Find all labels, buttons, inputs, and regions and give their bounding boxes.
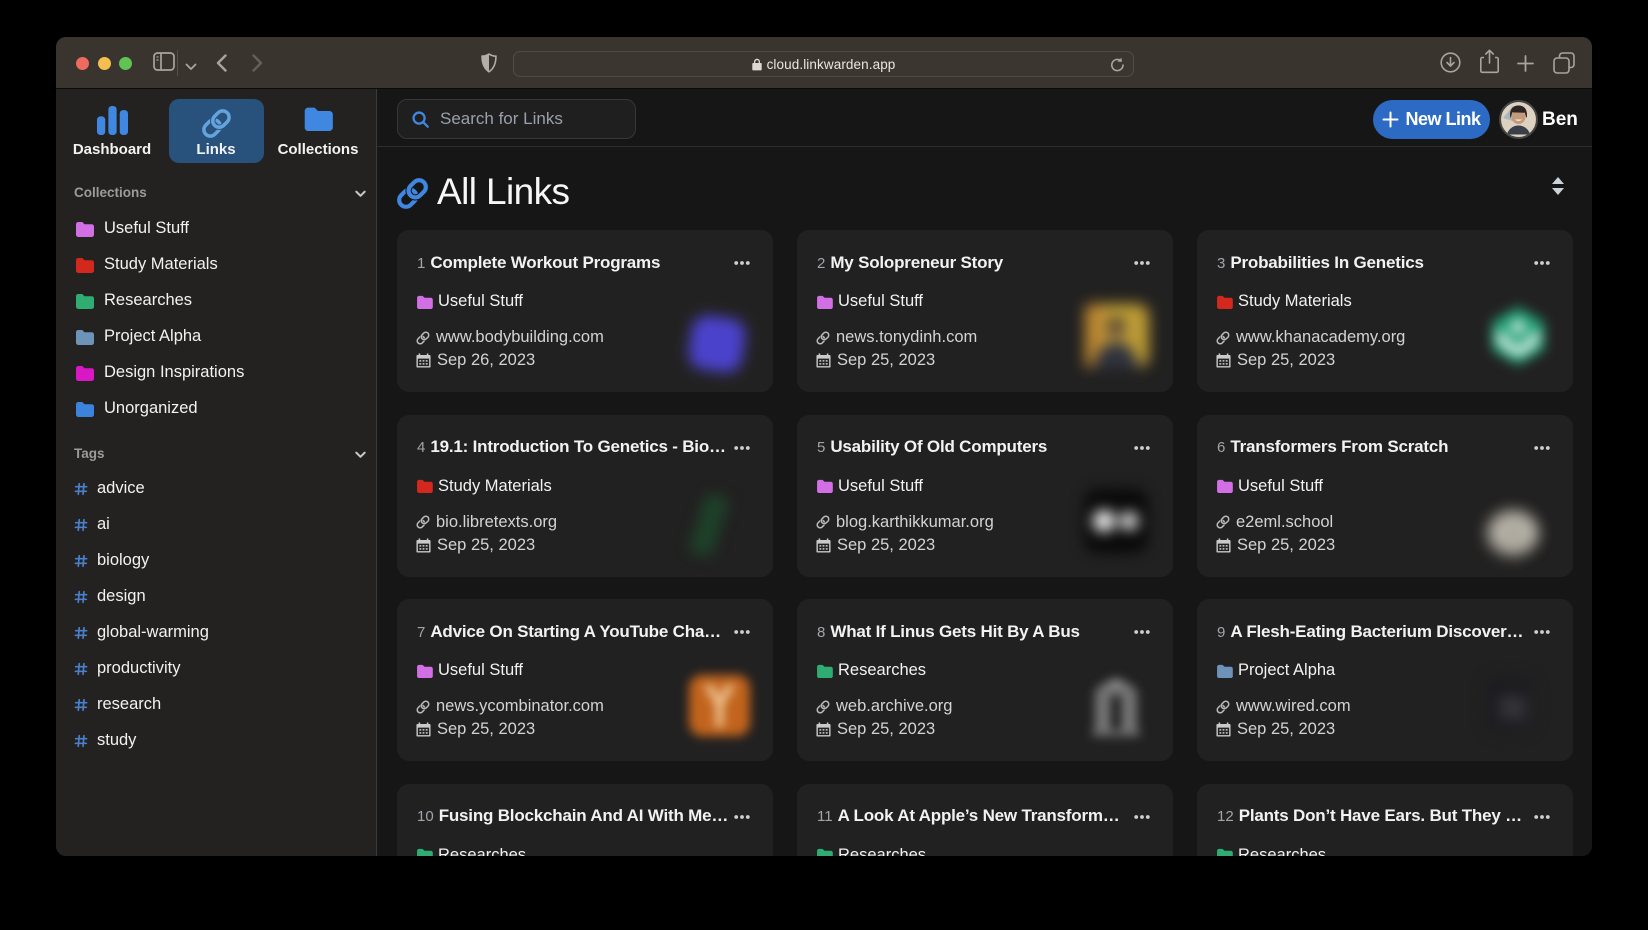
svg-text:NN: NN xyxy=(1505,526,1522,540)
